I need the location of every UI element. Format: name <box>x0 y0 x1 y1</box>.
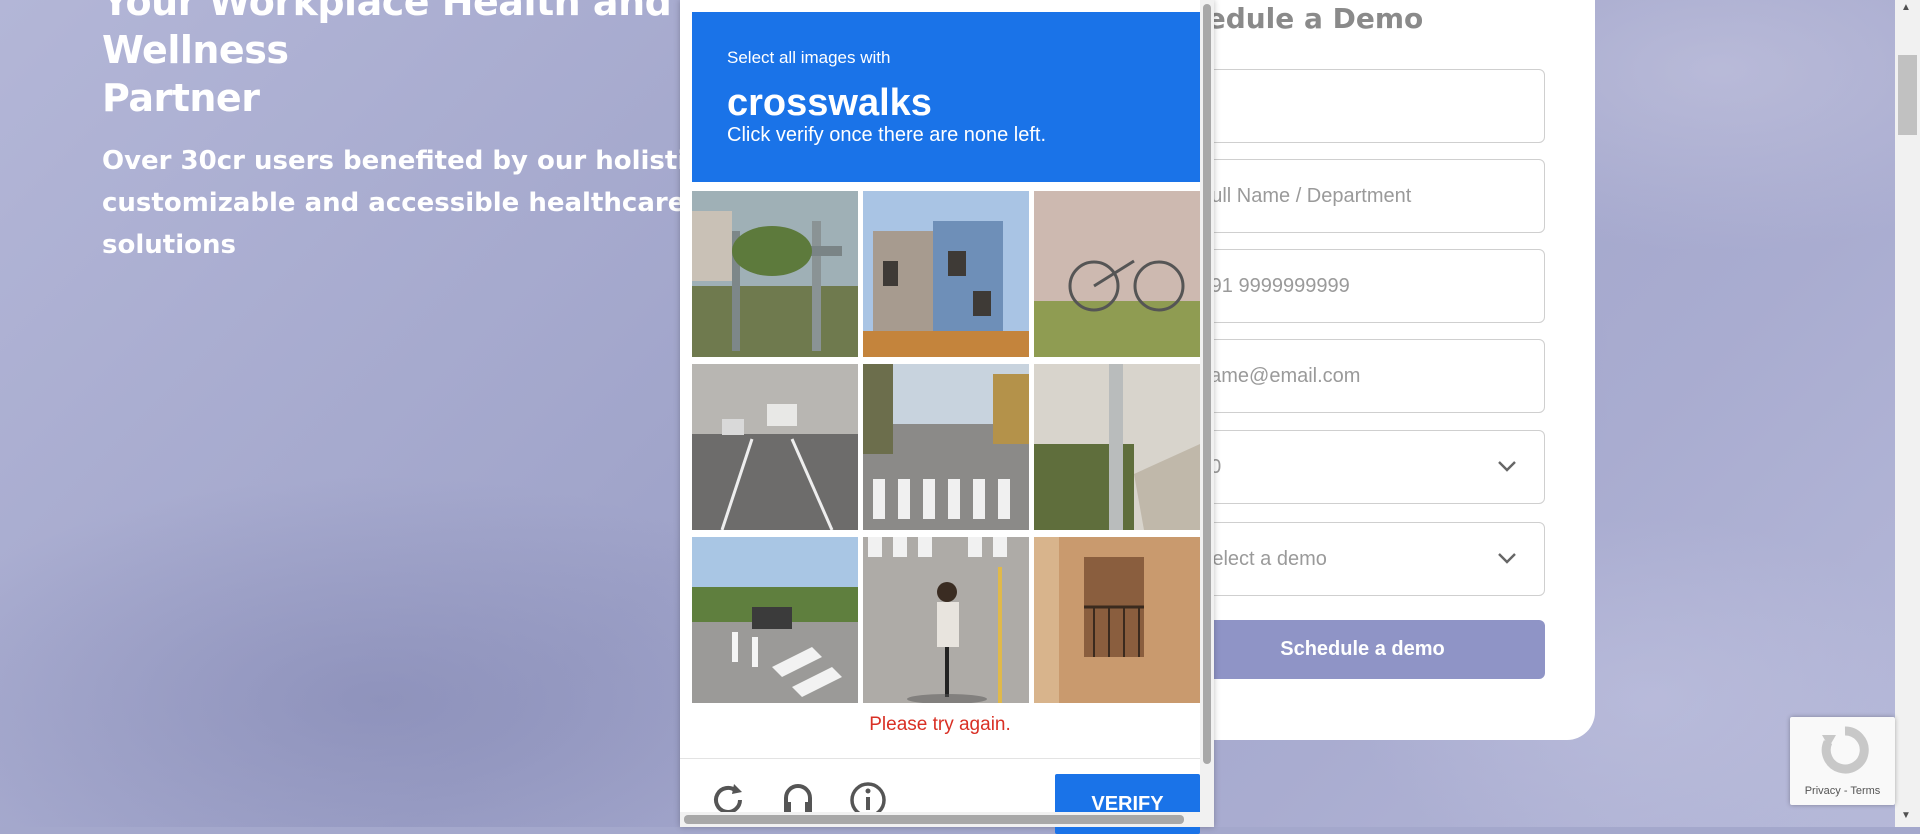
tile-crosswalk-intersection[interactable] <box>692 537 858 703</box>
recaptcha-logo-icon <box>1821 726 1869 774</box>
hero-section: Your Workplace Health and Wellness Partn… <box>102 0 722 266</box>
captcha-challenge: Select all images with crosswalks Click … <box>680 0 1214 834</box>
captcha-vertical-scrollbar[interactable] <box>1200 0 1214 827</box>
tile-pole-hillside[interactable] <box>1034 364 1200 530</box>
divider <box>680 758 1200 759</box>
phone-field[interactable]: +91 9999999999 <box>1180 249 1545 323</box>
tile-building-balcony[interactable] <box>1034 537 1200 703</box>
captcha-error: Please try again. <box>869 714 1011 735</box>
demo-type-select[interactable]: Select a demo <box>1180 522 1545 596</box>
employee-count-select[interactable]: 10 <box>1180 430 1545 504</box>
scroll-up-icon[interactable]: ▲ <box>1901 2 1911 13</box>
tile-cyclist-crosswalk[interactable] <box>863 537 1029 703</box>
tile-highway[interactable] <box>692 364 858 530</box>
scrollbar-thumb[interactable] <box>684 815 1184 824</box>
recaptcha-badge[interactable]: Privacy - Terms <box>1790 717 1895 805</box>
hero-subtitle: Over 30cr users benefited by our holisti… <box>102 146 712 260</box>
captcha-hint: Click verify once there are none left. <box>727 124 1047 146</box>
scrollbar-thumb[interactable] <box>1898 55 1917 135</box>
captcha-horizontal-scrollbar[interactable] <box>680 812 1200 827</box>
hero-title: Your Workplace Health and Wellness Partn… <box>102 0 672 120</box>
chevron-down-icon <box>1498 553 1516 564</box>
select-value: Select a demo <box>1199 547 1327 570</box>
email-field[interactable]: name@email.com <box>1180 339 1545 413</box>
name-field[interactable]: Full Name / Department <box>1180 159 1545 233</box>
tile-bicycle-path[interactable] <box>1034 191 1200 357</box>
page-scrollbar[interactable]: ▲ ▼ <box>1895 0 1920 827</box>
tile-utility-poles[interactable] <box>692 191 858 357</box>
field-value: +91 9999999999 <box>1199 274 1350 297</box>
company-name-field[interactable] <box>1180 69 1545 143</box>
captcha-image-grid <box>692 191 1200 703</box>
captcha-header: Select all images with crosswalks Click … <box>692 12 1200 182</box>
tile-townhouses[interactable] <box>863 191 1029 357</box>
captcha-target: crosswalks <box>727 82 932 124</box>
chevron-down-icon <box>1498 461 1516 472</box>
captcha-instruction: Select all images with <box>727 48 891 67</box>
scroll-down-icon[interactable]: ▼ <box>1901 810 1911 821</box>
tile-crosswalk-street[interactable] <box>863 364 1029 530</box>
field-value: name@email.com <box>1199 364 1361 387</box>
scrollbar-thumb[interactable] <box>1203 4 1211 764</box>
field-value: Full Name / Department <box>1199 184 1412 207</box>
recaptcha-badge-text: Privacy - Terms <box>1804 785 1881 797</box>
schedule-demo-button[interactable]: Schedule a demo <box>1180 620 1545 679</box>
